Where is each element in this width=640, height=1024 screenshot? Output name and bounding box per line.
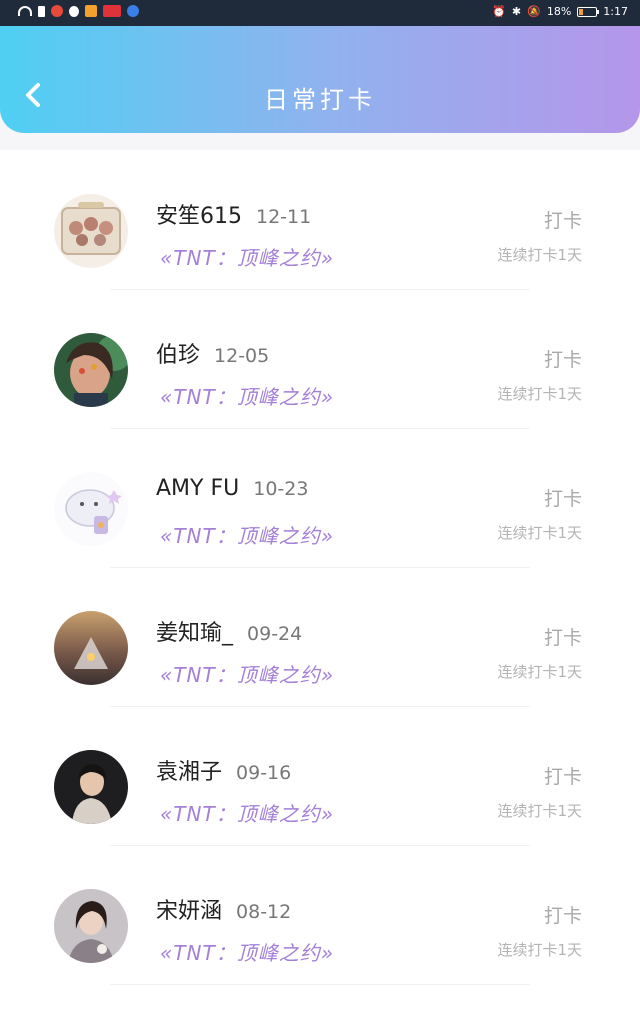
avatar[interactable] (54, 472, 128, 546)
checkin-button[interactable]: 打卡 (544, 345, 582, 372)
checkin-button[interactable]: 打卡 (544, 484, 582, 511)
streak-text: 连续打卡1天 (497, 524, 582, 542)
avatar[interactable] (54, 194, 128, 268)
list-item[interactable]: 伯珍 12-05 «TNT：顶峰之约» 打卡 连续打卡1天 (0, 289, 640, 429)
app-badge-icon (103, 5, 121, 17)
group-name[interactable]: «TNT：顶峰之约» (160, 798, 334, 827)
user-name: 宋妍涵 08-12 (156, 899, 292, 924)
weibo-icon (51, 5, 63, 17)
user-name: 伯珍 12-05 (156, 343, 270, 368)
divider (110, 984, 530, 985)
checkin-date: 09-24 (247, 623, 303, 645)
user-name: 姜知瑜_ 09-24 (156, 621, 303, 646)
wifi-icon (18, 6, 32, 16)
list-item[interactable]: AMY FU 10-23 «TNT：顶峰之约» 打卡 连续打卡1天 (0, 428, 640, 568)
checkin-date: 12-11 (256, 206, 312, 228)
user-name: 安笙615 12-11 (156, 204, 312, 229)
streak-text: 连续打卡1天 (497, 941, 582, 959)
group-name[interactable]: «TNT：顶峰之约» (160, 381, 334, 410)
checkin-date: 10-23 (253, 478, 309, 500)
page-title: 日常打卡 (264, 86, 376, 114)
group-name[interactable]: «TNT：顶峰之约» (160, 242, 334, 271)
checkin-list: 安笙615 12-11 «TNT：顶峰之约» 打卡 连续打卡1天 伯珍 12-05 … (0, 150, 640, 1024)
avatar[interactable] (54, 611, 128, 685)
checkin-date: 08-12 (236, 901, 292, 923)
qq-icon (69, 5, 79, 17)
list-item[interactable]: 安笙615 12-11 «TNT：顶峰之约» 打卡 连续打卡1天 (0, 150, 640, 290)
checkin-date: 12-05 (214, 345, 270, 367)
mute-icon: 🔕 (527, 5, 541, 18)
checkin-button[interactable]: 打卡 (544, 623, 582, 650)
avatar[interactable] (54, 333, 128, 407)
status-bar: ⏰ ✱ 🔕 18% 1:17 (0, 0, 640, 26)
battery-icon (577, 6, 600, 17)
streak-text: 连续打卡1天 (497, 246, 582, 264)
avatar[interactable] (54, 889, 128, 963)
group-name[interactable]: «TNT：顶峰之约» (160, 659, 334, 688)
user-name: AMY FU 10-23 (156, 476, 309, 501)
sim-card-icon (38, 5, 45, 17)
alarm-icon: ⏰ (492, 5, 506, 18)
battery-percent: 18% (546, 5, 572, 18)
checkin-button[interactable]: 打卡 (544, 901, 582, 928)
streak-text: 连续打卡1天 (497, 663, 582, 681)
list-item[interactable]: 姜知瑜_ 09-24 «TNT：顶峰之约» 打卡 连续打卡1天 (0, 567, 640, 707)
group-name[interactable]: «TNT：顶峰之约» (160, 937, 334, 966)
app-notification-icon (85, 5, 97, 17)
avatar[interactable] (54, 750, 128, 824)
checkin-date: 09-16 (236, 762, 292, 784)
streak-text: 连续打卡1天 (497, 802, 582, 820)
clock: 1:17 (603, 5, 628, 18)
streak-text: 连续打卡1天 (497, 385, 582, 403)
location-icon (127, 5, 139, 17)
checkin-button[interactable]: 打卡 (544, 762, 582, 789)
list-item[interactable]: 袁湘子 09-16 «TNT：顶峰之约» 打卡 连续打卡1天 (0, 706, 640, 846)
header: 日常打卡 (0, 26, 640, 133)
checkin-button[interactable]: 打卡 (544, 206, 582, 233)
list-item[interactable]: 宋妍涵 08-12 «TNT：顶峰之约» 打卡 连续打卡1天 (0, 845, 640, 985)
user-name: 袁湘子 09-16 (156, 760, 292, 785)
bluetooth-icon: ✱ (511, 5, 522, 18)
group-name[interactable]: «TNT：顶峰之约» (160, 520, 334, 549)
